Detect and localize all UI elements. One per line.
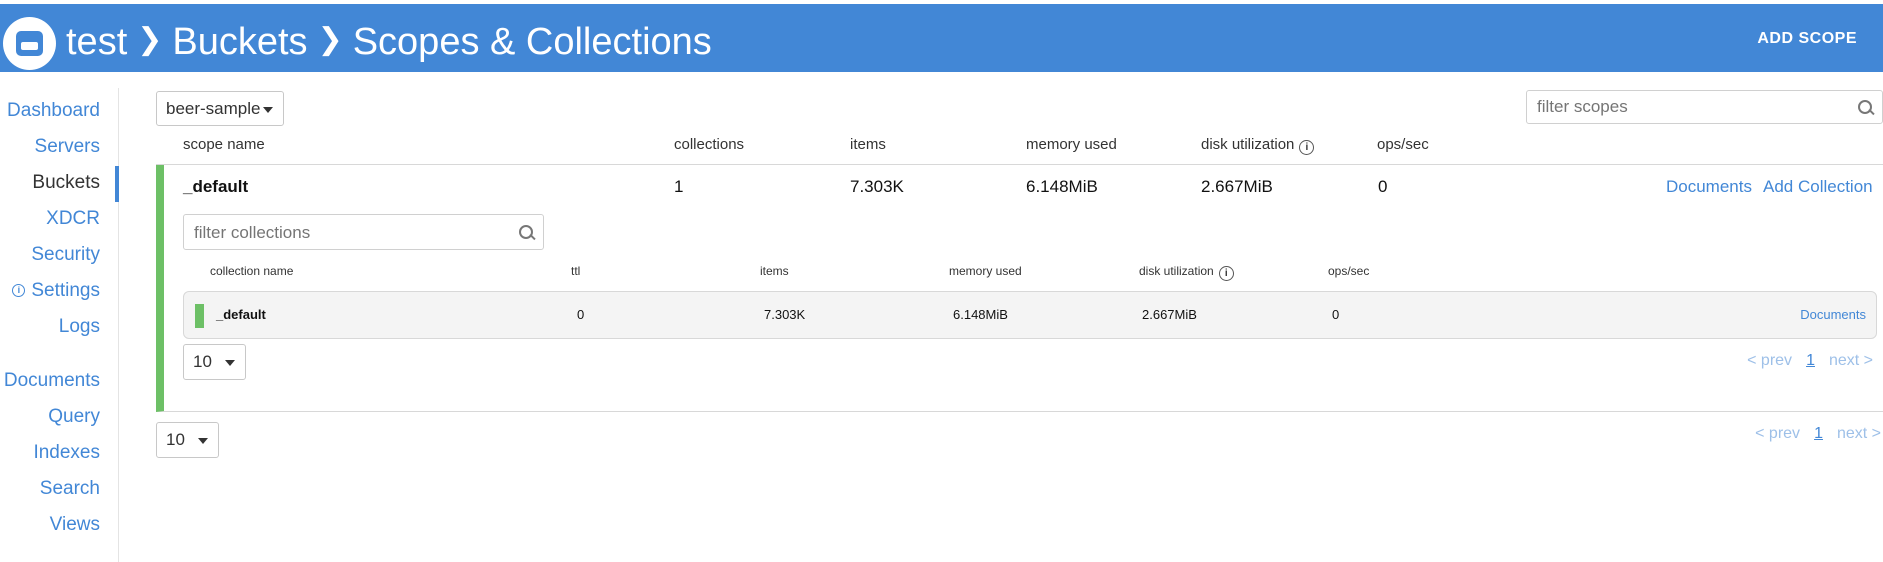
collection-pagination: < prev 1 next > <box>1747 352 1873 370</box>
collection-page-size-select[interactable]: 10 <box>183 344 246 380</box>
scope-name[interactable]: _default <box>183 177 248 197</box>
collection-status-bar <box>195 304 204 328</box>
breadcrumb-chevron-icon: ❯ <box>317 23 343 56</box>
scope-memory-used: 6.148MiB <box>1026 177 1098 196</box>
bucket-select[interactable]: beer-sample <box>156 91 284 126</box>
sidebar-item-indexes[interactable]: Indexes <box>33 442 100 464</box>
add-collection-link[interactable]: Add Collection <box>1763 177 1873 197</box>
collection-disk-utilization: 2.667MiB <box>1142 307 1197 322</box>
sidebar-item-dashboard[interactable]: Dashboard <box>7 100 100 122</box>
caret-down-icon <box>198 438 208 444</box>
prev-page-link[interactable]: < prev <box>1755 425 1800 442</box>
scope-documents-link[interactable]: Documents <box>1666 177 1752 197</box>
sidebar-item-views[interactable]: Views <box>50 514 100 536</box>
header-collection-ops-sec[interactable]: ops/sec <box>1328 264 1369 278</box>
add-scope-button[interactable]: ADD SCOPE <box>1757 30 1857 48</box>
header-items[interactable]: items <box>850 136 886 153</box>
sidebar-item-query[interactable]: Query <box>48 406 100 428</box>
breadcrumb-buckets[interactable]: Buckets <box>172 18 307 66</box>
next-page-link[interactable]: next > <box>1837 425 1881 442</box>
current-page-link[interactable]: 1 <box>1806 352 1815 369</box>
filter-collections-input[interactable] <box>194 223 504 243</box>
page-size-value: 10 <box>193 352 212 371</box>
sidebar-nav: Dashboard Servers Buckets XDCR Security … <box>0 88 119 562</box>
collection-items: 7.303K <box>764 307 806 322</box>
header-disk-label: disk utilization <box>1201 136 1295 153</box>
breadcrumb-chevron-icon: ❯ <box>137 23 163 56</box>
top-header-bar: test ❯ Buckets ❯ Scopes & Collections AD… <box>0 4 1883 72</box>
scope-row-panel <box>156 165 1883 412</box>
collection-name[interactable]: _default <box>216 307 266 322</box>
page-size-value: 10 <box>166 430 185 449</box>
scope-items: 7.303K <box>850 177 904 196</box>
caret-down-icon <box>225 360 235 366</box>
sidebar-item-security[interactable]: Security <box>31 244 100 266</box>
info-icon[interactable]: i <box>1218 266 1234 281</box>
collection-memory-used: 6.148MiB <box>953 307 1008 322</box>
filter-collections-field[interactable] <box>183 214 544 250</box>
header-collection-name[interactable]: collection name <box>210 264 293 278</box>
sidebar-item-documents[interactable]: Documents <box>4 370 100 392</box>
sidebar-item-buckets[interactable]: Buckets <box>32 172 100 194</box>
header-memory-used[interactable]: memory used <box>1026 136 1117 153</box>
scope-collections-count: 1 <box>674 177 684 196</box>
collection-row[interactable]: _default 0 7.303K 6.148MiB 2.667MiB 0 Do… <box>183 291 1877 339</box>
scope-disk-utilization: 2.667MiB <box>1201 177 1273 196</box>
breadcrumb: test ❯ Buckets ❯ Scopes & Collections <box>66 18 712 66</box>
filter-scopes-field[interactable] <box>1526 90 1883 124</box>
current-page-link[interactable]: 1 <box>1814 425 1823 442</box>
scope-pagination: < prev 1 next > <box>1755 425 1881 443</box>
info-icon: i <box>12 284 26 297</box>
sidebar-item-logs[interactable]: Logs <box>59 316 100 338</box>
header-ttl[interactable]: ttl <box>571 264 580 278</box>
breadcrumb-cluster[interactable]: test <box>66 18 127 66</box>
header-disk-label: disk utilization <box>1139 264 1214 278</box>
header-collections[interactable]: collections <box>674 136 744 153</box>
header-collection-items[interactable]: items <box>760 264 789 278</box>
scope-page-size-select[interactable]: 10 <box>156 422 219 458</box>
header-disk-utilization[interactable]: disk utilization i <box>1201 136 1315 155</box>
sidebar-item-servers[interactable]: Servers <box>35 136 100 158</box>
sidebar-item-label: Settings <box>31 280 100 301</box>
filter-scopes-input[interactable] <box>1537 97 1837 117</box>
sidebar-item-settings[interactable]: i Settings <box>12 280 100 302</box>
info-icon[interactable]: i <box>1299 140 1315 155</box>
search-icon[interactable] <box>1858 100 1874 116</box>
bucket-select-value: beer-sample <box>166 99 261 118</box>
sidebar-item-search[interactable]: Search <box>40 478 100 500</box>
collection-ops-sec: 0 <box>1332 307 1340 322</box>
couchbase-logo-icon[interactable] <box>3 17 56 70</box>
header-ops-sec[interactable]: ops/sec <box>1377 136 1429 153</box>
header-collection-disk-utilization[interactable]: disk utilization i <box>1139 264 1234 281</box>
prev-page-link[interactable]: < prev <box>1747 352 1792 369</box>
collection-documents-link[interactable]: Documents <box>1800 307 1866 322</box>
header-scope-name[interactable]: scope name <box>183 136 265 153</box>
caret-down-icon <box>263 107 273 113</box>
sidebar-item-xdcr[interactable]: XDCR <box>46 208 100 230</box>
scope-ops-sec: 0 <box>1378 177 1388 196</box>
page-title: Scopes & Collections <box>352 21 712 63</box>
sidebar-active-indicator <box>115 166 119 202</box>
collection-ttl: 0 <box>577 307 585 322</box>
search-icon[interactable] <box>519 225 535 241</box>
next-page-link[interactable]: next > <box>1829 352 1873 369</box>
header-collection-memory-used[interactable]: memory used <box>949 264 1022 278</box>
